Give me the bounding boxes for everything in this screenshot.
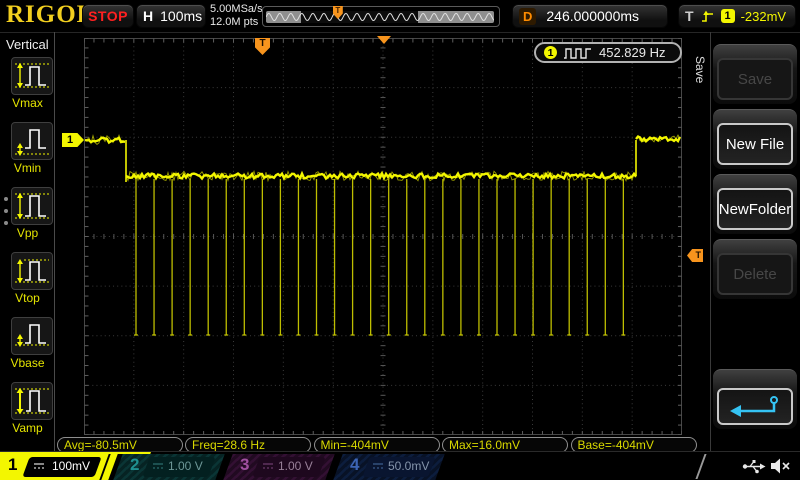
square-wave-icon: [563, 47, 593, 59]
run-state-indicator: STOP: [82, 4, 134, 28]
channel1-scale: 100mV: [52, 459, 90, 473]
menu-item-vpp-label: Vpp: [0, 226, 55, 240]
menu-item-vmax-label: Vmax: [0, 96, 55, 110]
frequency-counter: 1 452.829 Hz: [534, 42, 682, 63]
menu-item-vtop[interactable]: [11, 252, 53, 290]
trigger-source-badge: 1: [721, 9, 735, 23]
vbase-icon: [12, 318, 52, 354]
menu-item-vbase-label: Vbase: [0, 356, 55, 370]
vtop-icon: [12, 253, 52, 289]
vmin-icon: [12, 123, 52, 159]
usb-icon: [742, 459, 766, 474]
channel1-ground-marker[interactable]: 1: [62, 133, 84, 147]
trigger-level-value: -232mV: [741, 9, 787, 24]
rising-edge-icon: [700, 10, 715, 23]
menu-slot-1: Save: [713, 44, 797, 104]
trigger-delay-readout[interactable]: D 246.000000ms: [512, 4, 668, 28]
sample-rate: 5.00MSa/s: [210, 3, 263, 16]
left-measure-menu: Vertical Vmax Vmin: [0, 32, 55, 452]
trigger-readout[interactable]: T 1 -232mV: [678, 4, 796, 28]
trigger-center-indicator: [377, 36, 391, 44]
memory-depth: 12.0M pts: [210, 16, 263, 29]
menu-item-vbase[interactable]: [11, 317, 53, 355]
menu-item-vtop-label: Vtop: [0, 291, 55, 305]
new-file-button[interactable]: New File: [717, 123, 793, 165]
counter-channel-badge: 1: [544, 46, 557, 59]
horizontal-timebase[interactable]: H 100ms: [136, 4, 206, 28]
menu-item-vpp[interactable]: [11, 187, 53, 225]
channel-status-bar: 1 100mV 2 1.00 V 3 1.00 V 4 50.0m: [0, 451, 800, 480]
return-arrow-icon: [724, 394, 786, 420]
trigger-label: T: [685, 8, 694, 24]
menu-tab-save: Save: [693, 56, 707, 83]
vmax-icon: [12, 58, 52, 94]
menu-slot-3: NewFolder: [713, 174, 797, 234]
oscilloscope-screen: RIGOL STOP H 100ms 5.00MSa/s 12.0M pts T…: [0, 0, 800, 480]
statusbar-separator: [695, 454, 706, 479]
delete-button[interactable]: Delete: [717, 253, 793, 295]
delay-value: 246.000000ms: [546, 8, 639, 24]
menu-divider: [710, 32, 711, 452]
menu-slot-2: New File: [713, 109, 797, 169]
dc-coupling-icon: [262, 462, 274, 470]
scope-graticule-waveform: [84, 38, 682, 435]
speaker-muted-icon: [770, 458, 792, 474]
channel3-scale: 1.00 V: [278, 459, 313, 473]
vpp-icon: [12, 188, 52, 224]
horizontal-label: H: [143, 8, 153, 24]
channel2-scale: 1.00 V: [168, 459, 203, 473]
run-state-label: STOP: [88, 8, 128, 24]
menu-slot-4: Delete: [713, 239, 797, 299]
channel1-number: 1: [8, 455, 17, 475]
menu-page-dot: [4, 221, 8, 225]
back-button[interactable]: [717, 388, 793, 425]
menu-page-dot: [4, 197, 8, 201]
dc-coupling-icon: [152, 462, 164, 470]
memory-strip: T: [266, 11, 494, 23]
top-status-bar: RIGOL STOP H 100ms 5.00MSa/s 12.0M pts T…: [0, 0, 800, 33]
dc-coupling-icon: [33, 462, 45, 470]
menu-item-vmax[interactable]: [11, 57, 53, 95]
channel4-number: 4: [350, 455, 359, 475]
menu-item-vamp[interactable]: [11, 382, 53, 420]
measure-menu-title: Vertical: [6, 37, 49, 52]
waveform-memory-bar[interactable]: T: [262, 6, 500, 27]
dc-coupling-icon: [372, 462, 384, 470]
trigger-level-marker[interactable]: T: [687, 249, 703, 262]
channel2-number: 2: [130, 455, 139, 475]
new-folder-button[interactable]: NewFolder: [717, 188, 793, 230]
menu-item-vmin[interactable]: [11, 122, 53, 160]
counter-value: 452.829 Hz: [599, 45, 666, 60]
save-button[interactable]: Save: [717, 58, 793, 100]
channel4-scale: 50.0mV: [388, 459, 429, 473]
menu-item-vamp-label: Vamp: [0, 421, 55, 435]
timebase-value: 100ms: [160, 8, 202, 24]
acquisition-info: 5.00MSa/s 12.0M pts: [210, 3, 263, 29]
menu-item-vmin-label: Vmin: [0, 161, 55, 175]
vamp-icon: [12, 383, 52, 419]
menu-slot-6: [713, 369, 797, 429]
channel3-number: 3: [240, 455, 249, 475]
delay-label: D: [519, 8, 536, 25]
menu-page-dot: [4, 209, 8, 213]
memory-waveform-icon: [266, 11, 494, 23]
